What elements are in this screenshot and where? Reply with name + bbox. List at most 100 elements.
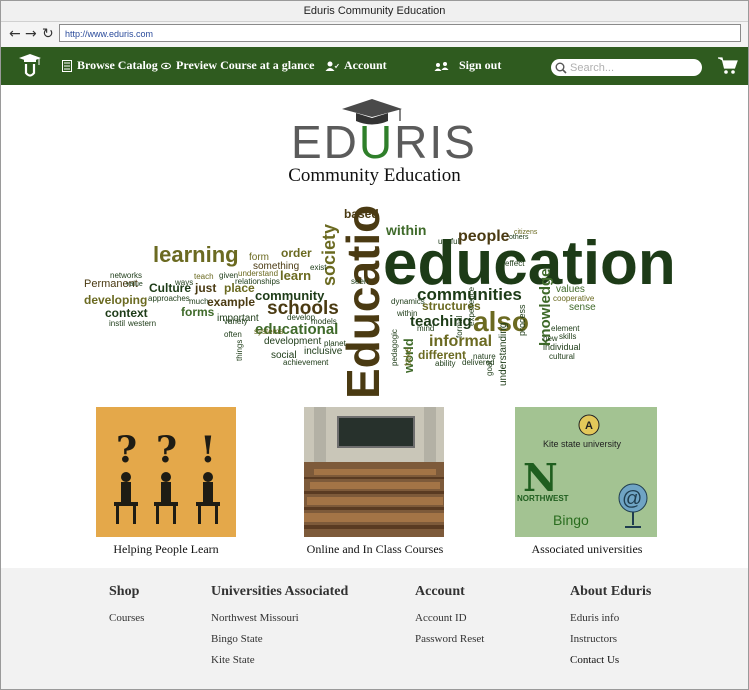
word-cloud-word: context [105, 306, 148, 320]
footer-shop-heading: Shop [109, 584, 140, 599]
wordmark-ed: ED [291, 116, 359, 168]
word-cloud-word: effect [505, 259, 525, 268]
kite-state-text: Kite state university [543, 439, 622, 449]
word-cloud-word: approaches [148, 294, 190, 303]
catalog-icon [62, 59, 72, 72]
word-cloud-word: individual [543, 342, 581, 352]
footer-link-contact-us[interactable]: Contact Us [570, 654, 651, 667]
cart-icon[interactable] [718, 57, 738, 80]
footer-link-eduris-info[interactable]: Eduris info [570, 612, 651, 625]
card-label-helping[interactable]: Helping People Learn [66, 542, 266, 557]
word-cloud-word: cooperative [553, 294, 595, 303]
footer-universities-heading: Universities Associated [211, 584, 349, 599]
word-cloud-word: teach [194, 272, 214, 281]
footer-link-account-id[interactable]: Account ID [415, 612, 484, 625]
footer-account-column: Account Account ID Password Reset [415, 584, 484, 654]
search-icon[interactable] [555, 62, 567, 74]
word-cloud-word: often [224, 330, 242, 339]
footer-link-password-reset[interactable]: Password Reset [415, 633, 484, 646]
footer-link-kite[interactable]: Kite State [211, 654, 348, 667]
word-cloud-word: understand [238, 269, 278, 278]
word-cloud-word: based [344, 207, 379, 221]
address-bar: ← → ↻ http://www.eduris.com [1, 22, 748, 48]
word-cloud-word: much [189, 297, 209, 306]
top-navbar: Browse Catalog Preview Course at a glanc… [1, 47, 748, 85]
search-box [551, 59, 702, 76]
card-label-courses[interactable]: Online and In Class Courses [275, 542, 475, 557]
site-logo-icon[interactable] [18, 53, 42, 84]
wordmark-u: U [358, 116, 395, 168]
word-cloud-word: forms [181, 305, 215, 319]
footer-universities-column: Universities Associated Northwest Missou… [211, 584, 348, 675]
preview-course-link[interactable]: Preview Course at a glance [161, 58, 314, 73]
account-link[interactable]: Account [325, 58, 387, 73]
word-cloud-word: cultural [549, 352, 575, 361]
svg-text:?: ? [116, 429, 137, 471]
reload-icon[interactable]: ↻ [42, 26, 54, 42]
word-cloud-word: useful [438, 237, 460, 246]
word-cloud-word: just [194, 281, 216, 295]
word-cloud-word: networks [110, 271, 142, 280]
footer-shop-column: Shop Courses [109, 584, 144, 633]
sign-out-icon [434, 61, 449, 71]
footer-about-heading: About Eduris [570, 584, 652, 599]
word-cloud-word: formal [455, 316, 464, 338]
word-cloud-word: society [319, 224, 339, 286]
word-cloud-word: ability [435, 359, 455, 368]
word-cloud-word: things [235, 340, 244, 361]
browse-catalog-label: Browse Catalog [77, 58, 158, 72]
search-input[interactable] [570, 61, 690, 74]
word-cloud-word: seen [351, 277, 368, 286]
word-cloud-word: skills [559, 332, 576, 341]
word-cloud-word: mind [417, 324, 434, 333]
sign-out-link[interactable]: Sign out [434, 58, 501, 73]
word-cloud-word: achievement [283, 358, 329, 367]
word-cloud-word: understanding [498, 323, 509, 386]
footer-link-bingo[interactable]: Bingo State [211, 633, 348, 646]
eduris-wordmark: EDURIS [291, 119, 477, 165]
word-cloud-word: planet [324, 339, 347, 348]
svg-text:@: @ [622, 488, 642, 510]
word-cloud-word: order [281, 246, 312, 260]
footer-account-heading: Account [415, 584, 465, 599]
user-icon [325, 61, 339, 71]
associated-universities-image[interactable]: A Kite state university N NORTHWEST Bing… [515, 407, 657, 537]
word-cloud-word: citizens [514, 229, 538, 236]
window-title: Eduris Community Education [1, 1, 748, 22]
word-cloud-word: developing [84, 293, 147, 307]
word-cloud-word: people [458, 228, 510, 245]
word-cloud-word: value [126, 281, 143, 288]
card-label-universities[interactable]: Associated universities [487, 542, 687, 557]
preview-course-label: Preview Course at a glance [176, 58, 315, 72]
footer-about-column: About Eduris Eduris info Instructors Con… [570, 584, 651, 675]
word-cloud-word: experience [467, 286, 476, 326]
word-cloud-word: dynamics [391, 297, 425, 306]
word-cloud-word: develop [287, 313, 316, 322]
helping-people-learn-image[interactable]: ? ? ! [96, 407, 236, 537]
footer-link-instructors[interactable]: Instructors [570, 633, 651, 646]
word-cloud-word: sense [569, 302, 596, 313]
word-cloud-word: within [385, 222, 426, 238]
word-cloud-word: ways [174, 278, 193, 287]
sign-out-label: Sign out [459, 58, 502, 72]
word-cloud-word: variety [224, 317, 248, 326]
education-word-cloud: educationEducationlearningschoolscommuni… [84, 206, 676, 399]
word-cloud-word: community [255, 288, 325, 303]
wordmark-ris: RIS [394, 116, 477, 168]
forward-arrow-icon[interactable]: → [25, 26, 37, 42]
url-field[interactable]: http://www.eduris.com [59, 24, 741, 42]
footer-link-courses[interactable]: Courses [109, 612, 144, 625]
browser-window: Eduris Community Education ← → ↻ http://… [0, 0, 749, 690]
bingo-text: Bingo [553, 512, 589, 528]
word-cloud-word: take [403, 347, 414, 366]
word-cloud-word: western [127, 319, 156, 328]
word-cloud-word: pedagogic [390, 329, 399, 366]
back-arrow-icon[interactable]: ← [9, 26, 21, 42]
svg-text:A: A [585, 420, 593, 432]
footer: Shop Courses Universities Associated Nor… [1, 568, 748, 689]
account-label: Account [344, 58, 387, 72]
lecture-hall-image[interactable] [304, 407, 444, 537]
svg-text:!: ! [200, 429, 216, 471]
footer-link-northwest[interactable]: Northwest Missouri [211, 612, 348, 625]
browse-catalog-link[interactable]: Browse Catalog [62, 58, 158, 73]
